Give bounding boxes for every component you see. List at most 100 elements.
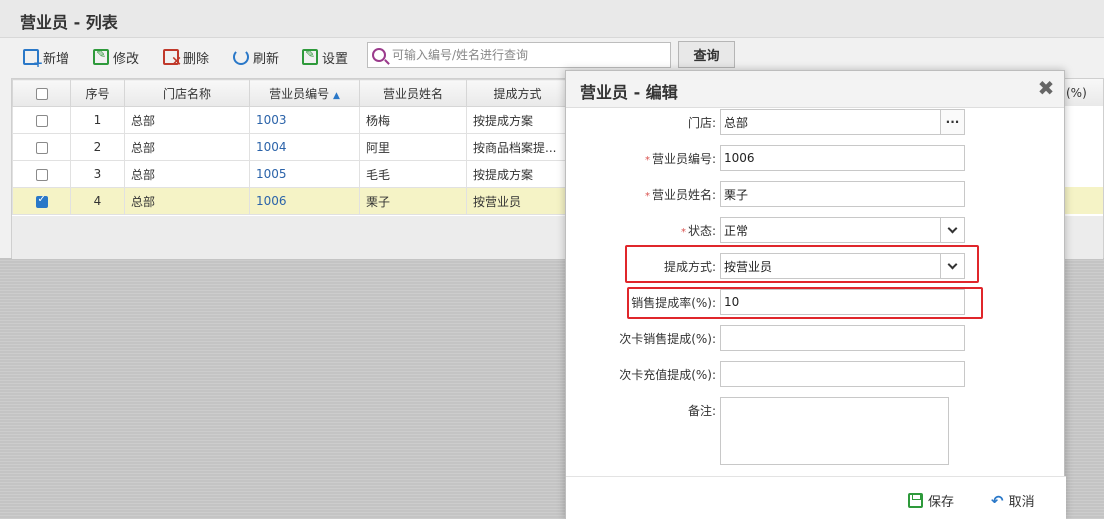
query-button[interactable]: 查询 [678,41,735,68]
search-box [367,42,671,68]
required-mark: * [680,227,686,238]
save-button-label: 保存 [928,495,955,510]
status-select[interactable]: 正常 [720,217,965,243]
name-label-text: 营业员姓名: [651,188,716,202]
cell-name: 阿里 [359,133,467,161]
store-field[interactable]: 总部 ··· [720,109,965,135]
store-picker-button[interactable]: ··· [940,110,964,134]
refresh-icon [233,49,249,65]
page-title: 营业员 - 列表 [20,13,118,32]
column-code-label: 营业员编号 [269,86,330,101]
row-checkbox-cell[interactable] [12,187,71,215]
cell-store: 总部 [124,160,250,188]
name-value: 栗子 [724,187,749,202]
selected-row-tail [1063,187,1103,214]
cancel-button[interactable]: ↶ 取消 [991,491,1035,511]
settings-icon [302,47,318,65]
select-all-checkbox[interactable] [35,87,48,100]
store-row: 门店: 总部 ··· [566,109,1066,135]
remark-label: 备注: [687,404,716,418]
chevron-down-icon [947,223,958,233]
settings-button[interactable]: 设置 [302,47,348,67]
new-button[interactable]: 新增 [23,47,70,70]
code-label-text: 营业员编号: [651,152,716,166]
close-icon[interactable]: ✖ [1036,78,1056,98]
card-sale-label: 次卡销售提成(%): [619,332,716,346]
required-mark: * [644,191,650,202]
store-label: 门店: [687,116,716,130]
card-recharge-row: 次卡充值提成(%): [566,361,1066,387]
dialog-title: 营业员 - 编辑 [580,83,678,102]
dialog-footer: 保存 ↶ 取消 [566,476,1066,519]
row-checkbox[interactable] [35,141,48,154]
remark-row: 备注: [566,397,1066,465]
remark-textarea[interactable] [720,397,949,465]
code-row: * 营业员编号: 1006 [566,145,1066,171]
search-icon [372,48,386,62]
cell-method: 按提成方案 [466,160,569,188]
cell-seq: 2 [70,133,125,161]
cell-seq: 1 [70,106,125,134]
row-checkbox-cell[interactable] [12,160,71,188]
cell-code[interactable]: 1006 [249,187,360,215]
cell-code[interactable]: 1004 [249,133,360,161]
name-row: * 营业员姓名: 栗子 [566,181,1066,207]
search-input[interactable] [392,48,662,62]
column-name: 营业员姓名 [359,79,467,107]
row-checkbox-checked[interactable] [35,194,48,208]
table-row-selected[interactable]: 4 总部 1006 栗子 按营业员 [12,187,569,215]
refresh-button[interactable]: 刷新 [233,47,279,67]
delete-button[interactable]: 删除 [163,47,210,69]
store-value: 总部 [724,115,749,130]
name-label: * 营业员姓名: [645,186,716,203]
table-row[interactable]: 1 总部 1003 杨梅 按提成方案 [12,106,569,134]
card-recharge-field[interactable] [720,361,965,387]
name-field[interactable]: 栗子 [720,181,965,207]
delete-button-label: 删除 [183,51,210,67]
table-row[interactable]: 3 总部 1005 毛毛 按提成方案 [12,160,569,188]
row-checkbox-cell[interactable] [12,133,71,161]
cancel-button-label: 取消 [1008,495,1035,510]
highlight-box-rate [627,287,983,319]
status-dropdown-button[interactable] [940,218,964,242]
new-button-label: 新增 [43,51,70,67]
cell-store: 总部 [124,106,250,134]
cell-store: 总部 [124,133,250,161]
row-checkbox[interactable] [35,168,48,181]
card-sale-field[interactable] [720,325,965,351]
code-field[interactable]: 1006 [720,145,965,171]
column-store: 门店名称 [124,79,250,107]
status-label: * 状态: [681,222,716,239]
highlight-box-method [625,245,979,283]
code-label: * 营业员编号: [645,150,716,167]
cell-name: 毛毛 [359,160,467,188]
column-code[interactable]: 营业员编号 ▲ [249,79,360,107]
edit-button[interactable]: 修改 [93,47,139,67]
column-method: 提成方式 [466,79,569,107]
save-icon [908,493,923,508]
row-checkbox-cell[interactable] [12,106,71,134]
cell-method: 按商品档案提... [466,133,569,161]
column-seq: 序号 [70,79,125,107]
edit-dialog: 营业员 - 编辑 ✖ 门店: 总部 ··· * 营业员编号: 1006 * 营业员姓… [565,70,1066,519]
edit-button-label: 修改 [113,51,140,67]
code-value: 1006 [724,151,755,165]
row-checkbox[interactable] [35,114,48,127]
cell-store: 总部 [124,187,250,215]
sort-ascending-icon: ▲ [332,90,340,101]
cell-code[interactable]: 1003 [249,106,360,134]
cell-method: 按营业员 [466,187,569,215]
status-value: 正常 [724,223,749,238]
save-button[interactable]: 保存 [908,491,954,510]
cell-code[interactable]: 1005 [249,160,360,188]
select-all-header[interactable] [12,79,71,107]
dialog-header: 营业员 - 编辑 ✖ [566,71,1064,108]
required-mark: * [644,155,650,166]
delete-icon [163,49,182,69]
table-row[interactable]: 2 总部 1004 阿里 按商品档案提... [12,133,569,161]
card-recharge-label: 次卡充值提成(%): [619,368,716,382]
refresh-button-label: 刷新 [253,51,280,67]
cell-seq: 4 [70,187,125,215]
cell-method: 按提成方案 [466,106,569,134]
column-partial-right: (%) [1063,79,1103,106]
